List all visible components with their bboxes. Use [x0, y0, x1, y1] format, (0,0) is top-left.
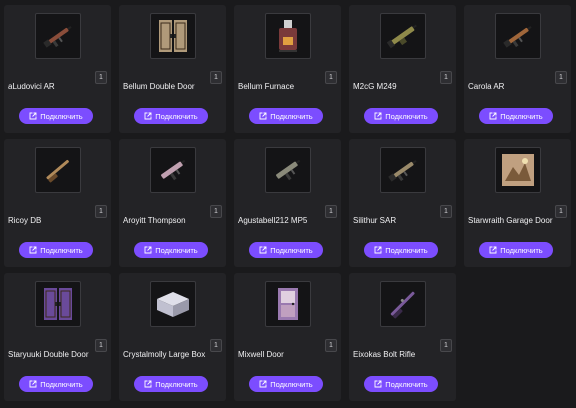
connect-button[interactable]: Подключить	[134, 242, 208, 258]
connect-button[interactable]: Подключить	[134, 376, 208, 392]
double-door-icon	[150, 13, 196, 59]
external-link-icon	[259, 380, 267, 388]
external-link-icon	[259, 246, 267, 254]
connect-button[interactable]: Подключить	[364, 376, 438, 392]
connect-button-label: Подключить	[40, 245, 83, 255]
external-link-icon	[374, 380, 382, 388]
skin-card: 1 Eixokas Bolt Rifle Подключить	[349, 273, 456, 401]
rifle-icon	[35, 13, 81, 59]
item-name: Crystalmolly Large Box	[123, 350, 206, 359]
skin-grid: 1 aLudovici AR Подключить 1 Bellum Doubl…	[4, 5, 571, 401]
skin-card: 1 Starwraith Garage Door Подключить	[464, 139, 571, 267]
skin-card: 1 Bellum Furnace Подключить	[234, 5, 341, 133]
connect-button-label: Подключить	[385, 245, 428, 255]
shotgun-icon	[35, 147, 81, 193]
connect-button[interactable]: Подключить	[479, 108, 553, 124]
item-name: Eixokas Bolt Rifle	[353, 350, 416, 359]
item-name: Carola AR	[468, 82, 505, 91]
skin-card: 1 Silithur SAR Подключить	[349, 139, 456, 267]
item-name: Mixwell Door	[238, 350, 284, 359]
furnace-icon	[265, 13, 311, 59]
item-name: Ricoy DB	[8, 216, 42, 225]
connect-button-label: Подключить	[500, 245, 543, 255]
skin-card: 1 Carola AR Подключить	[464, 5, 571, 133]
connect-button-label: Подключить	[270, 111, 313, 121]
double-door-icon	[35, 281, 81, 327]
garage-door-icon	[495, 147, 541, 193]
connect-button-label: Подключить	[40, 111, 83, 121]
door-icon	[265, 281, 311, 327]
skin-card: 1 Aroyitt Thompson Подключить	[119, 139, 226, 267]
connect-button-label: Подключить	[155, 379, 198, 389]
bolt-rifle-icon	[380, 281, 426, 327]
external-link-icon	[144, 112, 152, 120]
connect-button-label: Подключить	[40, 379, 83, 389]
item-name: Aroyitt Thompson	[123, 216, 186, 225]
item-name: Bellum Double Door	[123, 82, 195, 91]
machine-gun-icon	[380, 13, 426, 59]
item-name: Bellum Furnace	[238, 82, 295, 91]
skin-card: 1 Mixwell Door Подключить	[234, 273, 341, 401]
connect-button[interactable]: Подключить	[249, 108, 323, 124]
connect-button[interactable]: Подключить	[249, 242, 323, 258]
connect-button-label: Подключить	[270, 245, 313, 255]
item-name: Agustabell212 MP5	[238, 216, 308, 225]
connect-button-label: Подключить	[385, 379, 428, 389]
skin-card: 1 aLudovici AR Подключить	[4, 5, 111, 133]
external-link-icon	[144, 380, 152, 388]
external-link-icon	[29, 246, 37, 254]
skin-card: 1 Staryuuki Double Door Подключить	[4, 273, 111, 401]
skin-card: 1 Crystalmolly Large Box Подключить	[119, 273, 226, 401]
connect-button[interactable]: Подключить	[479, 242, 553, 258]
skin-card: 1 Bellum Double Door Подключить	[119, 5, 226, 133]
external-link-icon	[489, 112, 497, 120]
rifle-icon	[495, 13, 541, 59]
external-link-icon	[374, 112, 382, 120]
connect-button[interactable]: Подключить	[364, 108, 438, 124]
item-name: Starwraith Garage Door	[468, 216, 553, 225]
external-link-icon	[144, 246, 152, 254]
item-name: M2cG M249	[353, 82, 397, 91]
smg-icon	[265, 147, 311, 193]
connect-button[interactable]: Подключить	[19, 376, 93, 392]
connect-button-label: Подключить	[155, 245, 198, 255]
connect-button-label: Подключить	[385, 111, 428, 121]
connect-button[interactable]: Подключить	[134, 108, 208, 124]
item-name: aLudovici AR	[8, 82, 55, 91]
rifle-icon	[380, 147, 426, 193]
smg-icon	[150, 147, 196, 193]
large-box-icon	[150, 281, 196, 327]
skin-card: 1 Agustabell212 MP5 Подключить	[234, 139, 341, 267]
external-link-icon	[374, 246, 382, 254]
connect-button[interactable]: Подключить	[19, 242, 93, 258]
item-name: Staryuuki Double Door	[8, 350, 89, 359]
connect-button[interactable]: Подключить	[364, 242, 438, 258]
item-name: Silithur SAR	[353, 216, 397, 225]
connect-button-label: Подключить	[155, 111, 198, 121]
external-link-icon	[259, 112, 267, 120]
skin-card: 1 Ricoy DB Подключить	[4, 139, 111, 267]
external-link-icon	[489, 246, 497, 254]
connect-button[interactable]: Подключить	[19, 108, 93, 124]
connect-button-label: Подключить	[270, 379, 313, 389]
connect-button-label: Подключить	[500, 111, 543, 121]
connect-button[interactable]: Подключить	[249, 376, 323, 392]
external-link-icon	[29, 380, 37, 388]
external-link-icon	[29, 112, 37, 120]
skin-card: 1 M2cG M249 Подключить	[349, 5, 456, 133]
